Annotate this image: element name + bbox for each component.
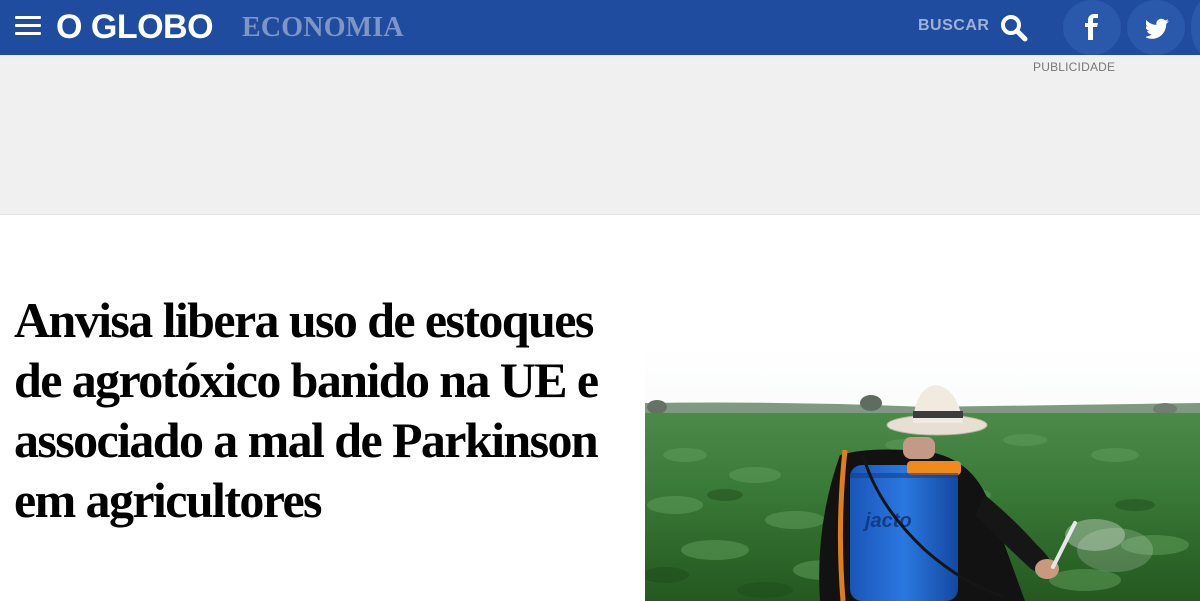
twitter-icon xyxy=(1146,18,1169,39)
section-title[interactable]: ECONOMIA xyxy=(242,11,404,45)
advertisement-label: PUBLICIDADE xyxy=(1033,60,1116,74)
article-headline: Anvisa libera uso de estoques de agrotóx… xyxy=(14,292,599,528)
search-label[interactable]: BUSCAR xyxy=(918,17,989,35)
more-share-button[interactable] xyxy=(1191,0,1200,55)
article-photo: jacto xyxy=(645,345,1200,601)
facebook-icon xyxy=(1085,14,1098,40)
menu-icon[interactable] xyxy=(15,14,41,38)
site-logo[interactable]: O GLOBO xyxy=(56,5,214,49)
advertisement-area xyxy=(0,55,1200,215)
search-icon[interactable] xyxy=(999,13,1029,43)
top-navigation-bar: O GLOBO ECONOMIA BUSCAR xyxy=(0,0,1200,55)
facebook-share-button[interactable] xyxy=(1063,0,1121,55)
twitter-share-button[interactable] xyxy=(1127,0,1185,55)
